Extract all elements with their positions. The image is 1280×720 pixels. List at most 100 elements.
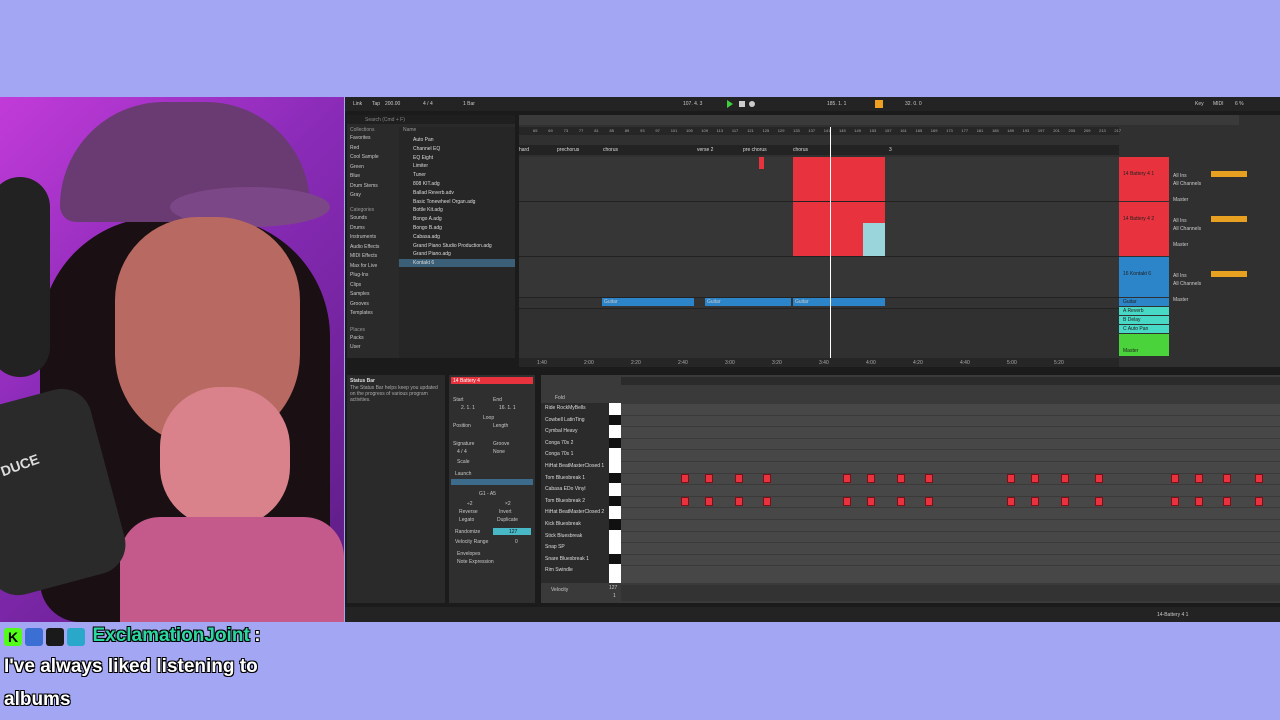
velocity-lane[interactable] [621, 585, 1280, 601]
legato-button[interactable]: Legato [459, 517, 474, 523]
track-output-2[interactable]: Master [1173, 297, 1188, 303]
piano-key-5[interactable] [609, 461, 621, 472]
clip-name-bar[interactable]: 14 Battery 4 [451, 377, 533, 384]
note-r6-1[interactable] [705, 473, 713, 483]
track-mixer-1[interactable] [1211, 216, 1247, 222]
note-r8-15[interactable] [1255, 496, 1263, 506]
loop-start-field[interactable]: 185. 1. 1 [827, 101, 846, 107]
collection-item-5[interactable]: Drum Stems [350, 183, 378, 189]
locator-4[interactable]: pre chorus [743, 147, 767, 153]
track-input-0[interactable]: All Ins [1173, 173, 1187, 179]
track-header-4[interactable]: A Reverb [1119, 307, 1169, 315]
piano-key-4[interactable] [609, 449, 621, 460]
collection-item-1[interactable]: Red [350, 145, 359, 151]
collection-item-0[interactable]: Favorites [350, 135, 371, 141]
note-r8-8[interactable] [1007, 496, 1015, 506]
file-item-3[interactable]: Limiter [399, 162, 515, 170]
note-r8-3[interactable] [763, 496, 771, 506]
note-r6-3[interactable] [763, 473, 771, 483]
note-r6-5[interactable] [867, 473, 875, 483]
file-item-11[interactable]: Cabasa.adg [399, 233, 515, 241]
piano-key-8[interactable] [609, 495, 621, 507]
category-item-8[interactable]: Samples [350, 291, 369, 297]
file-item-5[interactable]: 808 KIT.adg [399, 180, 515, 188]
drum-lane-3[interactable]: Conga 70s 2 [545, 440, 573, 446]
track-header-3[interactable]: Guitar [1119, 298, 1169, 306]
drum-lane-1[interactable]: Cowbell LatinTing [545, 417, 585, 423]
loop-length-field[interactable]: 32. 0. 0 [905, 101, 922, 107]
note-r6-4[interactable] [843, 473, 851, 483]
track-channel-0[interactable]: All Channels [1173, 181, 1201, 187]
track-header-5[interactable]: B Delay [1119, 316, 1169, 324]
note-r6-10[interactable] [1061, 473, 1069, 483]
clip-battery-2[interactable] [793, 202, 863, 256]
file-item-8[interactable]: Bottle Kit.adg [399, 206, 515, 214]
drum-lane-0[interactable]: Ride RockMyBells [545, 405, 586, 411]
envelopes-section[interactable]: Envelopes [457, 551, 480, 557]
note-r6-0[interactable] [681, 473, 689, 483]
track-mixer-0[interactable] [1211, 171, 1247, 177]
category-item-7[interactable]: Clips [350, 282, 361, 288]
drum-lane-13[interactable]: Snare Bluesbreak 1 [545, 556, 589, 562]
file-item-0[interactable]: Auto Pan [399, 136, 515, 144]
note-r8-6[interactable] [897, 496, 905, 506]
note-grid[interactable] [621, 403, 1280, 583]
track-input-1[interactable]: All Ins [1173, 218, 1187, 224]
category-item-1[interactable]: Drums [350, 225, 365, 231]
invert-button[interactable]: Invert [499, 509, 512, 515]
note-r6-9[interactable] [1031, 473, 1039, 483]
drum-lane-11[interactable]: Stick Bluesbreak [545, 533, 582, 539]
scale-label[interactable]: Scale [457, 459, 470, 465]
note-r8-4[interactable] [843, 496, 851, 506]
track-channel-2[interactable]: All Channels [1173, 281, 1201, 287]
key-map-button[interactable]: Key [1195, 101, 1204, 107]
drum-lane-9[interactable]: HiHat BeatMasterClosed 2 [545, 509, 604, 515]
note-r8-14[interactable] [1223, 496, 1231, 506]
piano-key-12[interactable] [609, 542, 621, 553]
note-r6-12[interactable] [1171, 473, 1179, 483]
double-button[interactable]: ×2 [505, 501, 511, 507]
tempo-field[interactable]: 200.00 [385, 101, 400, 107]
signature-value[interactable]: 4 / 4 [457, 449, 467, 455]
stop-icon[interactable] [739, 101, 745, 107]
launch-section[interactable]: Launch [455, 471, 471, 477]
note-r6-8[interactable] [1007, 473, 1015, 483]
place-item-1[interactable]: User [350, 344, 361, 350]
track-input-2[interactable]: All Ins [1173, 273, 1187, 279]
note-expression-section[interactable]: Note Expression [457, 559, 494, 565]
halve-button[interactable]: ÷2 [467, 501, 473, 507]
note-r6-7[interactable] [925, 473, 933, 483]
drum-lane-10[interactable]: Kick Bluesbreak [545, 521, 581, 527]
note-r6-2[interactable] [735, 473, 743, 483]
category-item-3[interactable]: Audio Effects [350, 244, 379, 250]
tap-button[interactable]: Link [353, 101, 362, 107]
note-r8-10[interactable] [1061, 496, 1069, 506]
track-header-7[interactable]: Master [1119, 334, 1169, 356]
piano-keys[interactable] [609, 403, 621, 583]
clip-guitar-1[interactable]: Guitar [602, 298, 694, 306]
drum-lane-7[interactable]: Cabasa EDo Vinyl [545, 486, 586, 492]
locator-2[interactable]: chorus [603, 147, 618, 153]
piano-key-6[interactable] [609, 472, 621, 484]
file-item-1[interactable]: Channel EQ [399, 145, 515, 153]
piano-key-0[interactable] [609, 403, 621, 414]
beat-ruler[interactable]: 65 69 73 77 81 85 89 93 97 101 105 109 113 117 121 125 1… [519, 127, 1121, 135]
note-r8-12[interactable] [1171, 496, 1179, 506]
piano-key-1[interactable] [609, 414, 621, 426]
file-item-6[interactable]: Ballad Reverb.adv [399, 189, 515, 197]
track-header-1[interactable]: 14 Battery 4 2 [1119, 202, 1169, 256]
collection-item-2[interactable]: Cool Sample [350, 154, 379, 160]
clip-guitar-2[interactable]: Guitar [705, 298, 791, 306]
quantize-menu[interactable]: 1 Bar [463, 101, 475, 107]
position-field[interactable]: 107. 4. 3 [683, 101, 702, 107]
track-header-2[interactable]: 16 Kontakt 6 [1119, 257, 1169, 297]
groove-value[interactable]: None [493, 449, 505, 455]
track-header-6[interactable]: C Auto Pan [1119, 325, 1169, 333]
drum-lane-12[interactable]: Snap SP [545, 544, 565, 550]
piano-key-11[interactable] [609, 530, 621, 542]
category-item-10[interactable]: Templates [350, 310, 373, 316]
note-r8-11[interactable] [1095, 496, 1103, 506]
file-item-13[interactable]: Grand Piano.adg [399, 250, 515, 258]
playhead[interactable] [830, 127, 831, 362]
time-ruler[interactable]: 1:40 2:00 2:20 2:40 3:00 3:20 3:40 4:00 4:20 4:40… [519, 358, 1119, 367]
